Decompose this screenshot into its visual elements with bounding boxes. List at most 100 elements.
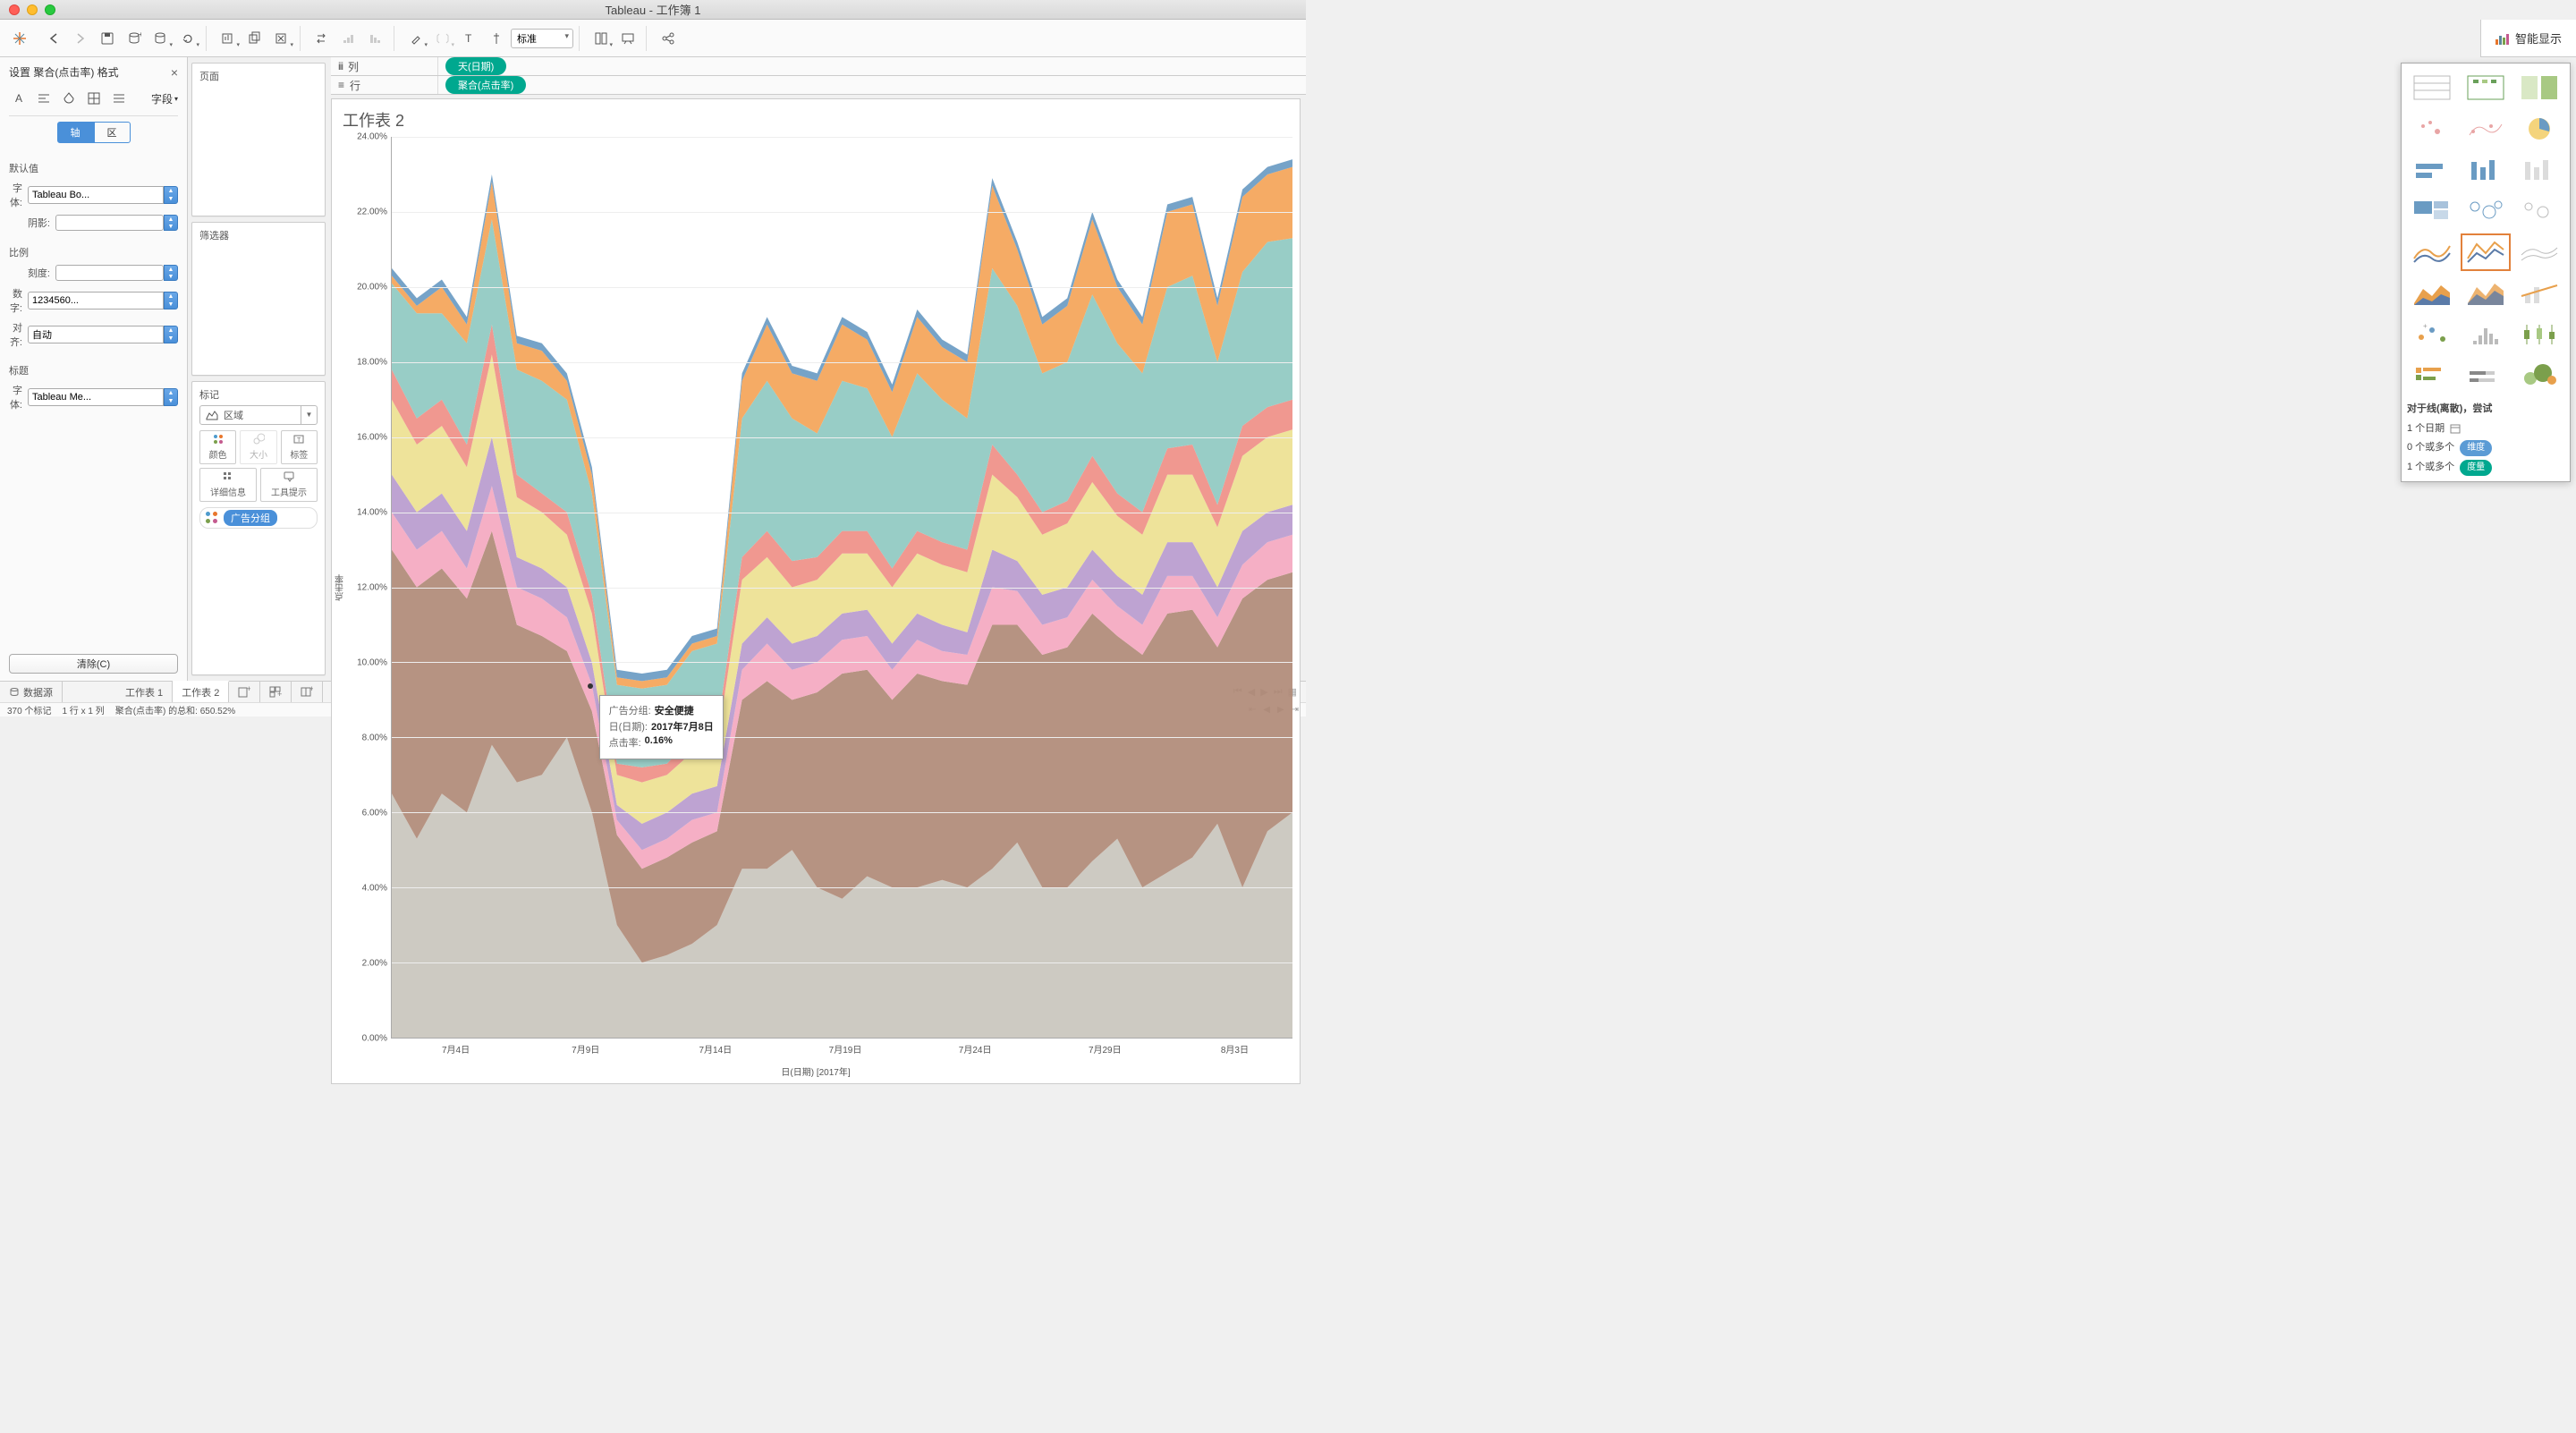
group-icon[interactable]: ▾	[430, 27, 455, 50]
fit-select-input[interactable]	[511, 29, 573, 48]
share-icon[interactable]	[656, 27, 681, 50]
format-borders-icon[interactable]	[84, 89, 104, 108]
refresh-button[interactable]: ▾	[148, 27, 174, 50]
showme-thumb[interactable]	[2407, 233, 2457, 271]
tab-worksheet-2[interactable]: 工作表 2	[173, 681, 229, 702]
tableau-logo-icon[interactable]	[7, 27, 32, 50]
autoupdate-button[interactable]: ▾	[175, 27, 200, 50]
showme-thumb[interactable]	[2514, 110, 2564, 148]
tab-datasource[interactable]: 数据源	[0, 682, 63, 702]
numbers-input[interactable]	[28, 292, 164, 309]
sheet-title[interactable]: 工作表 2	[332, 99, 1300, 137]
fit-select[interactable]	[511, 29, 573, 48]
new-story-tab[interactable]: +	[292, 682, 323, 702]
x-tick: 7月24日	[959, 1042, 992, 1056]
align-stepper[interactable]: ▲▼	[164, 326, 178, 343]
tab-worksheet-1[interactable]: 工作表 1	[116, 682, 173, 702]
mark-label[interactable]: T标签	[281, 430, 318, 464]
new-worksheet-icon[interactable]: ▾	[216, 27, 241, 50]
showme-thumb[interactable]	[2514, 316, 2564, 353]
presentation-icon[interactable]	[615, 27, 640, 50]
showme-thumb[interactable]	[2514, 151, 2564, 189]
svg-text:+: +	[247, 686, 250, 693]
showme-thumb[interactable]	[2461, 275, 2511, 312]
showme-thumb[interactable]	[2461, 69, 2511, 106]
numbers-stepper[interactable]: ▲▼	[164, 292, 178, 309]
mark-tooltip[interactable]: 工具提示	[260, 468, 318, 502]
rows-shelf[interactable]: ≡行 聚合(点击率)	[331, 76, 1306, 95]
ticks-stepper[interactable]: ▲▼	[164, 265, 178, 281]
format-shading-icon[interactable]	[59, 89, 79, 108]
sort-asc-icon[interactable]	[336, 27, 361, 50]
showme-thumb[interactable]	[2514, 357, 2564, 394]
new-worksheet-tab[interactable]: +	[229, 682, 260, 702]
pin-icon[interactable]	[484, 27, 509, 50]
chart-plot[interactable]: 广告分组:安全便捷 日(日期):2017年7月8日 点击率:0.16%	[391, 137, 1292, 1039]
gridline	[392, 212, 1292, 213]
format-font-icon[interactable]: A	[9, 89, 29, 108]
showme-thumb[interactable]	[2407, 110, 2457, 148]
save-button[interactable]	[95, 27, 120, 50]
mark-type-select[interactable]: 区域 ▼	[199, 405, 318, 425]
format-align-icon[interactable]	[34, 89, 54, 108]
showme-thumb[interactable]: +	[2407, 316, 2457, 353]
highlight-icon[interactable]: ▾	[403, 27, 428, 50]
mark-size[interactable]: 大小	[240, 430, 276, 464]
ticks-input[interactable]	[55, 265, 164, 281]
font-input[interactable]	[28, 186, 164, 204]
showme-thumb[interactable]	[2461, 110, 2511, 148]
sort-desc-icon[interactable]	[363, 27, 388, 50]
font2-input[interactable]	[28, 388, 164, 406]
columns-shelf[interactable]: iii列 天(日期)	[331, 57, 1306, 76]
showme-thumb[interactable]	[2461, 233, 2511, 271]
chevron-down-icon[interactable]: ▼	[301, 406, 317, 424]
shade-color[interactable]	[55, 215, 164, 231]
mark-detail[interactable]: 详细信息	[199, 468, 257, 502]
showme-thumb[interactable]	[2407, 275, 2457, 312]
close-format-icon[interactable]: ×	[171, 65, 178, 80]
filters-card[interactable]: 筛选器	[191, 222, 326, 376]
cards-icon[interactable]: ▾	[589, 27, 614, 50]
format-lines-icon[interactable]	[109, 89, 129, 108]
pages-card[interactable]: 页面	[191, 63, 326, 216]
back-button[interactable]	[41, 27, 66, 50]
align-input[interactable]	[28, 326, 164, 343]
mark-color[interactable]: 颜色	[199, 430, 236, 464]
forward-button[interactable]	[68, 27, 93, 50]
clear-button[interactable]: 清除(C)	[9, 654, 178, 674]
gridline	[392, 887, 1292, 888]
tooltip-marker	[588, 683, 593, 689]
show-me-button[interactable]: 智能显示	[2480, 20, 2576, 57]
clear-sheet-icon[interactable]: ▾	[269, 27, 294, 50]
font2-stepper[interactable]: ▲▼	[164, 388, 178, 406]
showme-thumb[interactable]	[2461, 357, 2511, 394]
new-worksheet-icon: +	[238, 686, 250, 699]
date-icon	[2450, 423, 2461, 434]
label-shade: 阴影:	[9, 216, 50, 230]
duplicate-sheet-icon[interactable]	[242, 27, 267, 50]
tab-axis[interactable]: 轴	[57, 122, 94, 143]
text-label-icon[interactable]: T	[457, 27, 482, 50]
showme-thumb[interactable]	[2407, 357, 2457, 394]
showme-thumb[interactable]	[2461, 192, 2511, 230]
showme-thumb[interactable]	[2407, 151, 2457, 189]
field-dropdown[interactable]: 字段 ▾	[151, 91, 178, 106]
status-marks: 370 个标记	[7, 703, 51, 716]
tab-pane[interactable]: 区	[94, 122, 131, 143]
showme-thumb[interactable]	[2514, 192, 2564, 230]
showme-thumb[interactable]	[2407, 69, 2457, 106]
showme-thumb[interactable]	[2407, 192, 2457, 230]
new-dashboard-tab[interactable]: +	[260, 682, 292, 702]
marks-color-pill[interactable]: 广告分组	[199, 507, 318, 529]
shade-stepper[interactable]: ▲▼	[164, 215, 178, 231]
columns-pill[interactable]: 天(日期)	[445, 57, 506, 75]
swap-icon[interactable]	[309, 27, 335, 50]
showme-thumb[interactable]	[2514, 69, 2564, 106]
showme-thumb[interactable]	[2461, 151, 2511, 189]
showme-thumb[interactable]	[2514, 233, 2564, 271]
font-stepper[interactable]: ▲▼	[164, 186, 178, 204]
showme-thumb[interactable]	[2461, 316, 2511, 353]
new-datasource-button[interactable]: +	[122, 27, 147, 50]
showme-thumb[interactable]	[2514, 275, 2564, 312]
rows-pill[interactable]: 聚合(点击率)	[445, 76, 526, 94]
